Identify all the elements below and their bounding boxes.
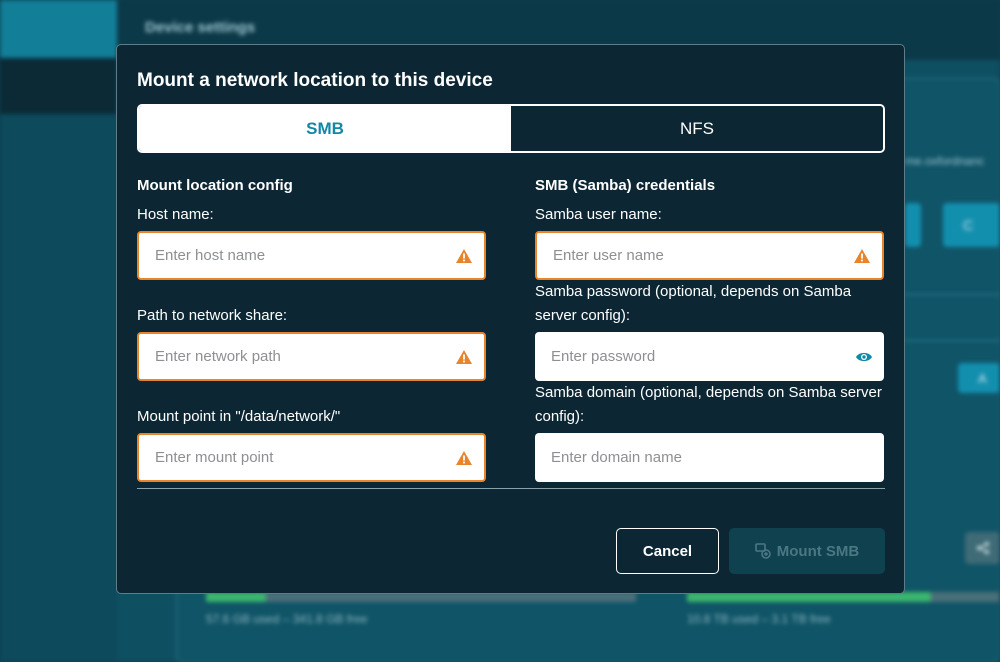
warning-triangle-icon (454, 448, 474, 468)
samba-user-label: Samba user name: (535, 206, 662, 223)
mount-point-field (137, 433, 486, 482)
background-page-title: Device settings (145, 19, 256, 36)
host-name-label: Host name: (137, 206, 214, 223)
samba-domain-label: Samba domain (optional, depends on Samba… (535, 384, 882, 425)
background-divider (905, 294, 1000, 295)
warning-triangle-icon (852, 246, 872, 266)
background-hostname: me.oxfordnanc (905, 154, 985, 168)
section-title-smb-credentials: SMB (Samba) credentials (535, 177, 716, 194)
dialog-title: Mount a network location to this device (137, 70, 493, 91)
mount-point-label: Mount point in "/data/network/" (137, 408, 341, 425)
share-icon (965, 532, 1000, 564)
host-name-input[interactable] (139, 233, 484, 278)
mount-network-dialog: Mount a network location to this device … (116, 44, 905, 594)
background-sidebar-header (0, 0, 117, 58)
mount-smb-label: Mount SMB (776, 542, 860, 560)
mount-point-input[interactable] (139, 435, 484, 480)
warning-triangle-icon (454, 246, 474, 266)
tab-smb[interactable]: SMB (139, 106, 511, 151)
background-button (905, 203, 921, 247)
host-name-field (137, 231, 486, 280)
samba-password-label: Samba password (optional, depends on Sam… (535, 283, 852, 324)
mount-smb-button[interactable]: Mount SMB (729, 528, 885, 574)
samba-domain-field (535, 433, 884, 482)
mount-location-config: Mount location config Host name: Path to… (137, 177, 486, 482)
network-path-field (137, 332, 486, 381)
dialog-divider (137, 488, 885, 489)
storage-usage-text: 10.8 TB used – 3.1 TB free (687, 612, 831, 626)
cancel-button[interactable]: Cancel (616, 528, 719, 574)
background-button: A (958, 363, 1000, 393)
network-path-input[interactable] (139, 334, 484, 379)
storage-usage-text: 57.6 GB used – 341.8 GB free (206, 612, 368, 626)
network-path-label: Path to network share: (137, 307, 288, 324)
section-title-mount-config: Mount location config (137, 177, 293, 194)
warning-triangle-icon (454, 347, 474, 367)
eye-icon[interactable] (854, 347, 874, 367)
tab-nfs[interactable]: NFS (511, 106, 883, 151)
background-sidebar-selected-item (0, 58, 117, 114)
mount-network-icon (754, 543, 771, 559)
smb-credentials: SMB (Samba) credentials Samba user name:… (535, 177, 884, 482)
samba-password-field (535, 332, 884, 381)
samba-password-input[interactable] (535, 332, 884, 381)
protocol-tabs: SMB NFS (137, 104, 885, 153)
background-divider (905, 340, 1000, 341)
samba-user-field (535, 231, 884, 280)
samba-user-input[interactable] (537, 233, 882, 278)
background-sidebar (0, 0, 117, 662)
samba-domain-input[interactable] (535, 433, 884, 482)
background-button: C (943, 203, 1000, 247)
